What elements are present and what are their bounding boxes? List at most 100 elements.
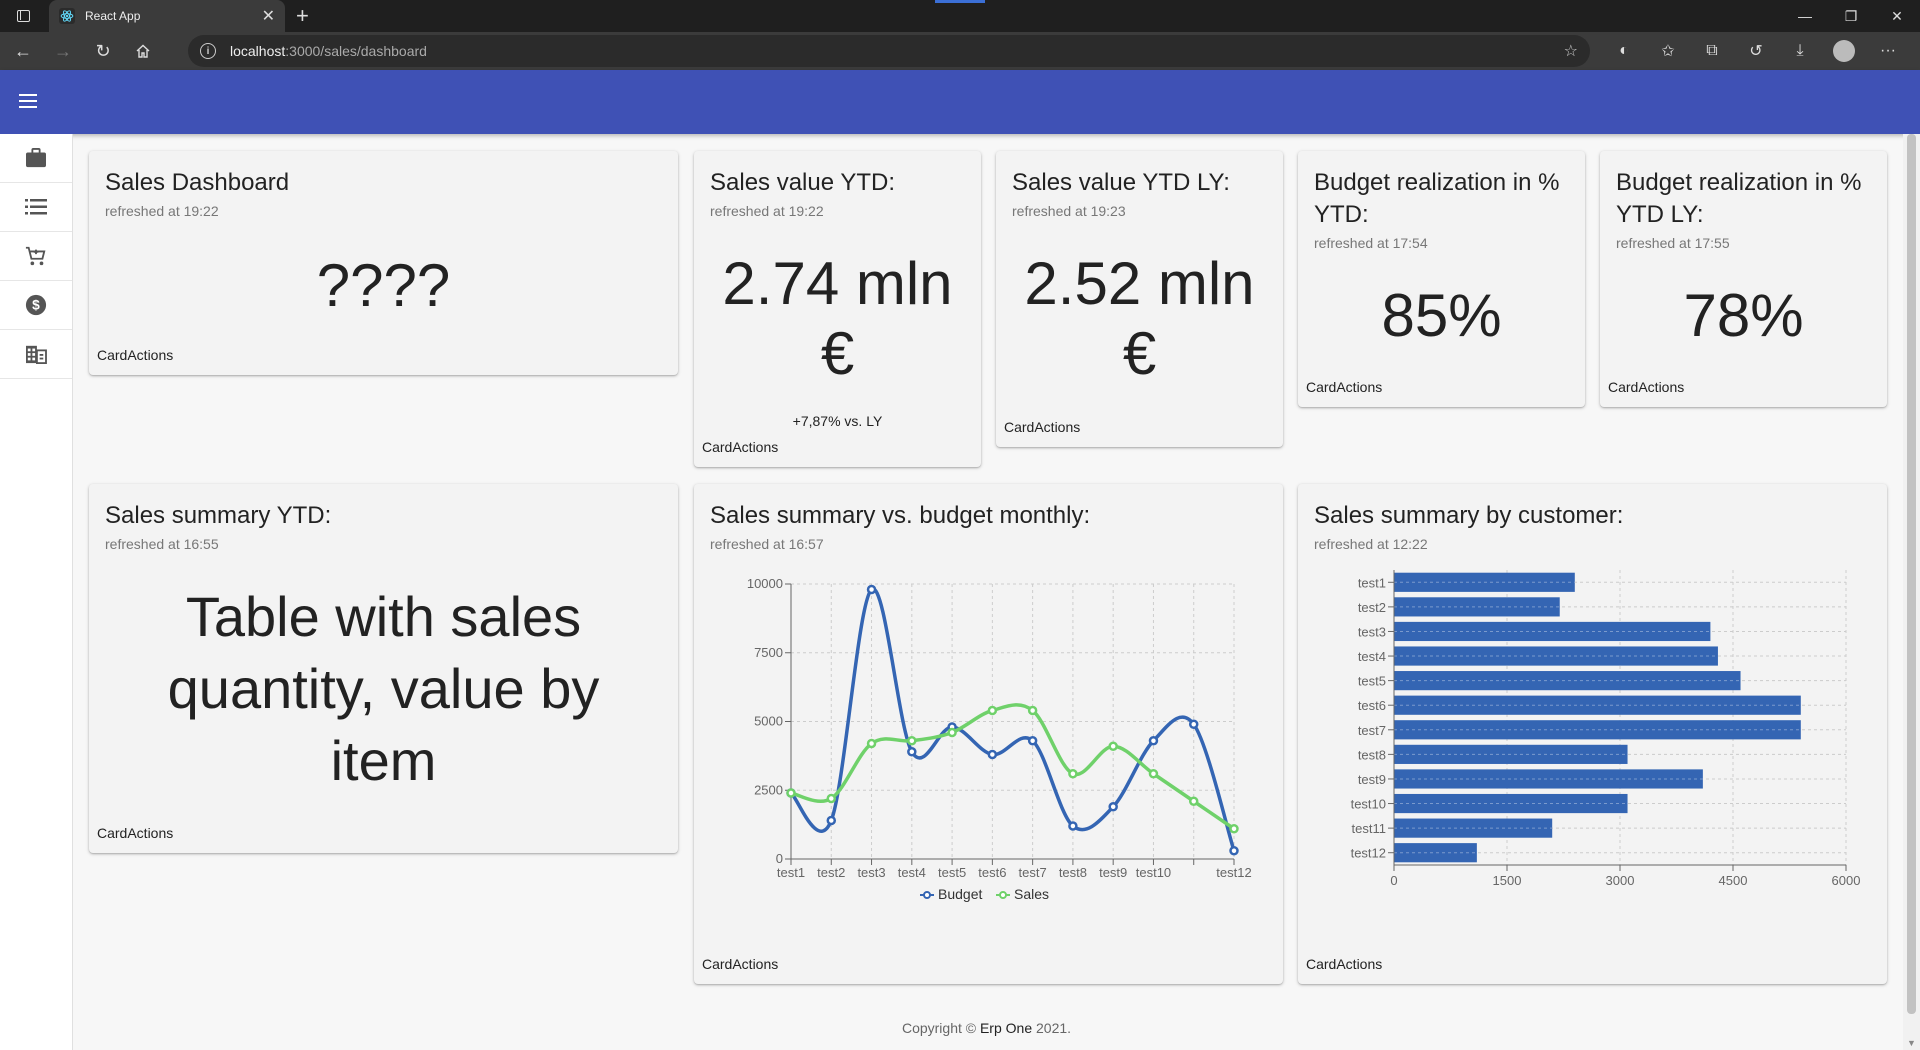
sidebar-item-list[interactable] [0, 183, 72, 232]
home-icon [136, 44, 150, 58]
y-tick-label: test1 [1358, 575, 1386, 590]
home-button[interactable] [126, 35, 160, 67]
y-tick-label: test10 [1351, 797, 1386, 812]
refreshed-text: refreshed at 19:22 [710, 203, 824, 219]
sidebar-item-dollar[interactable]: $ [0, 281, 72, 330]
favorite-star-icon[interactable]: ☆ [1564, 41, 1578, 61]
card-title-line1: Budget realization in % [1616, 169, 1862, 196]
favorites-icon[interactable]: ✩ [1646, 41, 1690, 61]
data-point-sales [1188, 796, 1199, 806]
history-icon[interactable]: ↺ [1734, 41, 1778, 61]
data-point-budget [1148, 736, 1159, 746]
card-actions[interactable]: CardActions [1306, 379, 1382, 395]
list-icon [25, 199, 47, 215]
x-tick-label: test1 [777, 865, 805, 880]
browser-tab[interactable]: React App ✕ [49, 0, 285, 32]
card-actions[interactable]: CardActions [1004, 419, 1080, 435]
extension-icon[interactable]: ◐ [1602, 42, 1646, 60]
card-value: 85% [1381, 282, 1502, 349]
data-point-budget [1229, 846, 1239, 856]
card-title: Sales summary YTD: [105, 502, 332, 529]
card-sales-dashboard: Sales Dashboard refreshed at 19:22 ???? … [89, 151, 678, 375]
card-budget-ytd-ly: Budget realization in % YTD LY: refreshe… [1600, 151, 1887, 407]
legend-marker-dot [923, 891, 931, 899]
line-chart: 0 2500 5000 7500 10000 test1 test2 test3 test4 te… [747, 576, 1252, 902]
x-tick-label: test4 [898, 865, 926, 880]
card-title: Sales summary by customer: [1314, 502, 1624, 529]
download-icon[interactable]: ⤓ [1778, 42, 1822, 60]
scrollbar-thumb[interactable] [1907, 134, 1916, 1014]
activity-indicator [935, 0, 985, 3]
footer: Copyright © Erp One 2021. [73, 1020, 1900, 1036]
scroll-down-icon[interactable]: ▼ [1907, 1038, 1916, 1048]
x-tick-label: test7 [1019, 865, 1047, 880]
x-tick-label: 6000 [1832, 873, 1861, 888]
sidebar-item-briefcase[interactable] [0, 134, 72, 183]
data-point-sales [1229, 824, 1239, 834]
card-actions[interactable]: CardActions [702, 956, 778, 972]
new-tab-button[interactable]: + [296, 4, 309, 28]
menu-icon[interactable] [16, 90, 40, 114]
x-tick-label: test5 [938, 865, 966, 880]
series-line-budget [789, 587, 1236, 852]
summary-text-line3: item [330, 729, 437, 792]
tab-title: React App [85, 9, 141, 23]
y-tick-label: test12 [1351, 846, 1386, 861]
page-scrollbar[interactable]: ▼ [1903, 134, 1920, 1050]
summary-text-line1: Table with sales [185, 585, 582, 648]
card-actions[interactable]: CardActions [702, 439, 778, 455]
refresh-button[interactable]: ↻ [86, 35, 120, 67]
card-sales-by-customer: Sales summary by customer: refreshed at … [1298, 484, 1887, 984]
refreshed-text: refreshed at 17:54 [1314, 235, 1428, 251]
info-icon[interactable]: i [200, 43, 216, 59]
dollar-icon: $ [25, 294, 47, 316]
card-value-line2: € [1122, 320, 1157, 387]
tab-close-icon[interactable]: ✕ [262, 6, 275, 26]
x-tick-label: 0 [1390, 873, 1397, 888]
restore-button[interactable]: ❐ [1828, 0, 1874, 32]
y-tick-label: 0 [776, 851, 783, 866]
sidebar-item-building[interactable] [0, 330, 72, 379]
sidebar-item-cart[interactable] [0, 232, 72, 281]
data-point-budget [826, 815, 837, 826]
data-point-budget [1108, 802, 1118, 812]
card-actions[interactable]: CardActions [97, 347, 173, 363]
minimize-button[interactable]: — [1782, 0, 1828, 32]
y-tick-label: 2500 [754, 782, 783, 797]
data-point-sales [947, 727, 957, 738]
refreshed-text: refreshed at 16:57 [710, 536, 824, 552]
card-actions[interactable]: CardActions [97, 825, 173, 841]
y-tick-label: test9 [1358, 772, 1386, 787]
data-point-sales [987, 705, 998, 716]
x-tick-label: test12 [1216, 865, 1251, 880]
data-point-sales [1148, 769, 1159, 779]
forward-button[interactable]: → [46, 35, 80, 67]
card-value-line2: € [820, 320, 855, 387]
back-button[interactable]: ← [6, 35, 40, 67]
data-point-budget [1068, 821, 1078, 831]
url-input[interactable]: i localhost:3000/sales/dashboard ☆ [188, 35, 1590, 67]
more-menu-icon[interactable]: ··· [1866, 42, 1910, 60]
summary-text-line2: quantity, value by [167, 657, 600, 720]
card-value: 78% [1683, 282, 1804, 349]
card-sales-ytd-ly: Sales value YTD LY: refreshed at 19:23 2… [996, 151, 1283, 447]
x-tick-label: test2 [817, 865, 845, 880]
card-value-line1: 2.52 mln [1024, 250, 1255, 317]
close-window-button[interactable]: ✕ [1874, 0, 1920, 32]
footer-brand[interactable]: Erp One [980, 1020, 1032, 1036]
app-bar [0, 70, 1920, 134]
card-actions[interactable]: CardActions [1608, 379, 1684, 395]
collections-icon[interactable]: ⧉ [1690, 42, 1734, 60]
x-tick-label: test3 [857, 865, 885, 880]
data-point-sales [1068, 769, 1078, 779]
card-title-line2: YTD LY: [1616, 201, 1704, 228]
window-menu-icon[interactable] [0, 0, 46, 32]
legend-label: Budget [938, 886, 982, 902]
x-tick-label: test6 [978, 865, 1006, 880]
card-actions[interactable]: CardActions [1306, 956, 1382, 972]
profile-avatar[interactable] [1833, 40, 1855, 62]
card-value-line1: 2.74 mln [722, 250, 953, 317]
url-path: :3000/sales/dashboard [285, 43, 427, 59]
y-tick-label: 10000 [747, 576, 783, 591]
data-point-sales [1108, 741, 1118, 751]
